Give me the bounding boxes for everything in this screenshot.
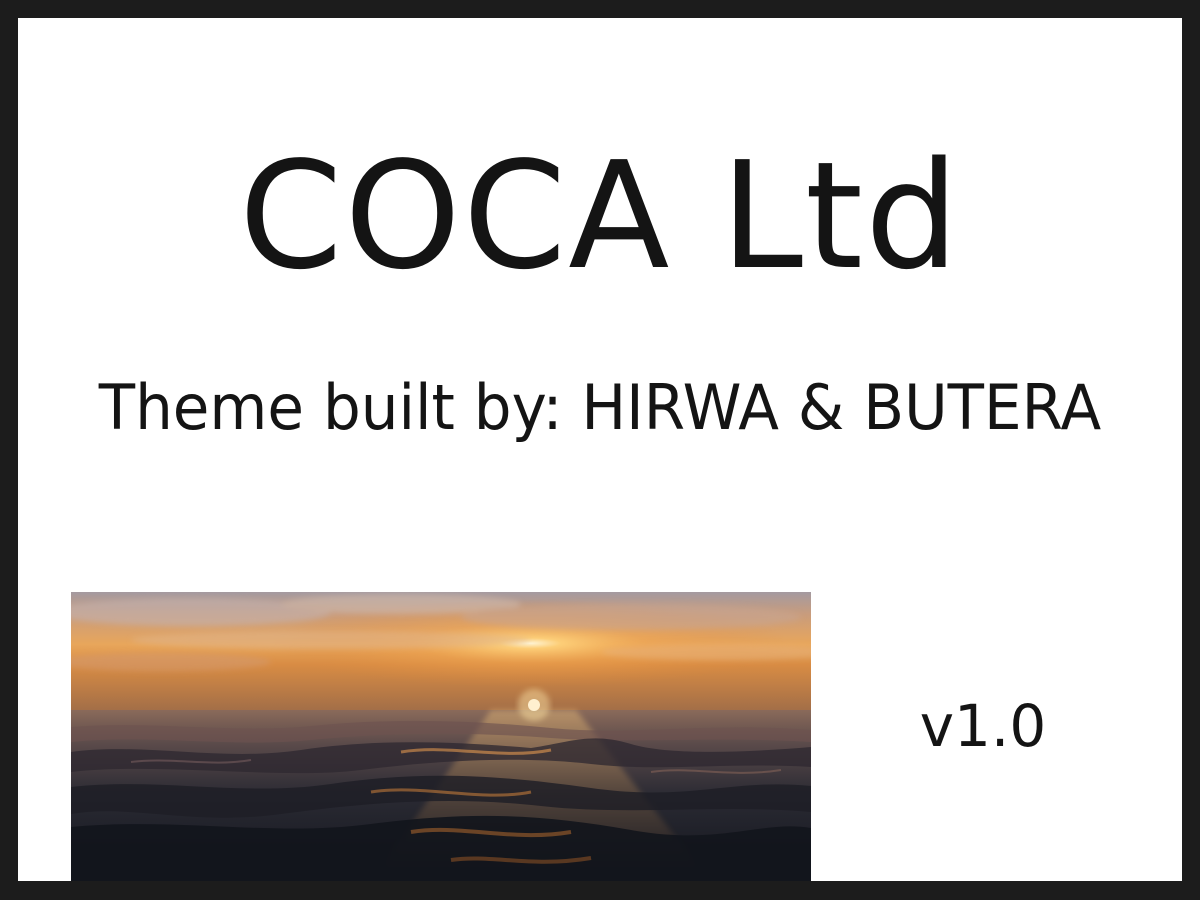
slide-subtitle: Theme built by: HIRWA & BUTERA [98,371,1102,444]
version-label: v1.0 [919,692,1047,760]
slide-title: COCA Ltd [239,130,961,302]
sunset-over-ocean-photo [71,592,811,881]
slide-canvas: COCA Ltd Theme built by: HIRWA & BUTERA [18,18,1182,881]
sunset-image-svg [71,592,811,881]
